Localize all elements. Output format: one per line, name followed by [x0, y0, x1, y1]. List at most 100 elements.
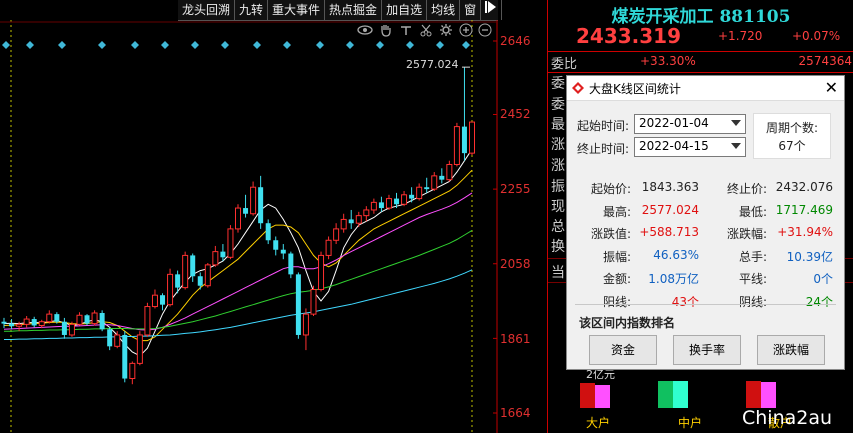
candle-body	[204, 264, 211, 287]
candle-body	[280, 249, 286, 254]
row-label: 振	[551, 179, 565, 195]
current-price: 2433.319	[576, 24, 682, 48]
fund-flow-bar	[761, 382, 776, 408]
zoom-in-icon[interactable]	[459, 22, 473, 41]
price-axis: 2646 2452 2255 2058 1861 1664	[497, 0, 547, 433]
candle-body	[114, 334, 121, 347]
scissors-icon[interactable]	[419, 22, 433, 41]
candle-body	[333, 228, 340, 241]
dialog-titlebar[interactable]: 大盘K线区间统计 ✕	[567, 76, 844, 101]
toolbar-hotspot-button[interactable]: 热点掘金	[325, 0, 383, 20]
candle-body	[258, 187, 264, 224]
event-marker-icon	[131, 41, 139, 49]
hand-icon[interactable]	[379, 22, 393, 41]
stat-value: 1843.363	[641, 180, 699, 194]
candle-body	[1, 321, 7, 324]
chart-toolbar	[355, 22, 495, 38]
candle-body	[348, 219, 354, 224]
event-marker-icon	[346, 41, 354, 49]
rank-by-change-button[interactable]: 涨跌幅	[757, 335, 825, 365]
end-time-value: 2022-04-15	[639, 139, 709, 153]
zoom-out-icon[interactable]	[478, 22, 492, 41]
rank-section-title: 该区间内指数排名	[579, 316, 676, 330]
rank-by-fund-button[interactable]: 资金	[589, 335, 657, 365]
chevron-down-icon	[731, 120, 741, 126]
divider	[575, 304, 836, 305]
close-icon[interactable]: ✕	[825, 78, 838, 97]
row-label: 总	[551, 219, 565, 235]
candle-body	[122, 334, 128, 379]
candle-body	[129, 362, 136, 380]
event-marker-icon	[98, 41, 106, 49]
fund-flow-bar	[746, 381, 761, 408]
fund-flow-bar	[595, 385, 610, 408]
candle-body	[61, 321, 67, 335]
stat-label: 最低:	[738, 204, 767, 219]
candle-body	[16, 323, 23, 327]
candle-body	[212, 251, 219, 266]
event-marker-icon	[26, 41, 34, 49]
stat-value: 2577.024	[641, 202, 699, 217]
period-count-value: 67个	[778, 139, 806, 153]
candle-body	[46, 313, 53, 323]
weibi-row: 委比 +33.30% 2574364	[548, 51, 853, 73]
toolbar-add-watchlist-button[interactable]: 加自选	[382, 0, 428, 20]
candle-body	[99, 312, 105, 330]
candle-body	[295, 274, 301, 335]
price-tick: 2646	[500, 34, 531, 48]
start-time-label: 起始时间:	[577, 119, 630, 133]
event-marker-icon	[283, 41, 291, 49]
event-marker-icon	[58, 41, 66, 49]
toolbar-major-events-button[interactable]: 重大事件	[268, 0, 326, 20]
candle-body	[175, 274, 181, 288]
candle-body	[91, 312, 98, 325]
price-tick: 2452	[500, 107, 531, 121]
fund-flow-bar	[673, 381, 688, 408]
row-label: 涨	[551, 158, 565, 174]
candle-body	[340, 218, 347, 230]
candle-body	[318, 254, 325, 291]
event-marker-icon	[191, 41, 199, 49]
layout-icon[interactable]	[399, 22, 413, 41]
price-row: 2433.319 +1.720 +0.07%	[548, 24, 853, 48]
candle-body	[288, 253, 294, 275]
candle-body	[243, 208, 249, 214]
rank-by-turnover-button[interactable]: 换手率	[673, 335, 741, 365]
toolbar-window-button[interactable]: 窗	[460, 0, 482, 20]
price-change: +1.720	[718, 29, 763, 43]
toolbar-ma-button[interactable]: 均线	[427, 0, 461, 20]
stat-value: 1.08万亿	[648, 272, 699, 286]
event-marker-icon	[253, 41, 261, 49]
candle-body	[76, 314, 83, 325]
eye-icon[interactable]	[357, 22, 373, 41]
candle-body	[394, 198, 400, 205]
candle-body	[250, 186, 257, 215]
candle-body	[310, 289, 317, 315]
toolbar-jiuzhuan-button[interactable]: 九转	[235, 0, 269, 20]
stat-label: 终止价:	[726, 182, 767, 196]
candle-body	[355, 215, 362, 224]
start-time-select[interactable]: 2022-01-04	[634, 114, 746, 134]
price-tick: 1861	[500, 332, 531, 346]
candle-body	[151, 294, 158, 308]
candle-body	[182, 254, 189, 289]
settings-icon[interactable]	[439, 22, 453, 41]
candle-body	[197, 276, 203, 286]
stat-value: 10.39亿	[786, 249, 833, 264]
candlestick-chart[interactable]	[0, 20, 547, 433]
candle-body	[363, 209, 370, 217]
toolbar-longtou-button[interactable]: 龙头回溯	[178, 0, 236, 20]
candle-body	[84, 315, 90, 324]
candle-body	[136, 334, 143, 364]
candle-body	[469, 121, 475, 154]
candle-body	[453, 126, 460, 165]
candle-body	[190, 255, 196, 277]
end-time-select[interactable]: 2022-04-15	[634, 137, 746, 157]
candle-body	[461, 126, 467, 154]
fund-flow-bar	[658, 381, 673, 408]
stat-label: 涨跌值:	[590, 227, 631, 241]
stat-value: +588.713	[639, 225, 699, 239]
candle-body	[54, 314, 60, 322]
bar-label-zhonghu: 中户	[678, 416, 703, 430]
candle-body	[325, 239, 332, 256]
